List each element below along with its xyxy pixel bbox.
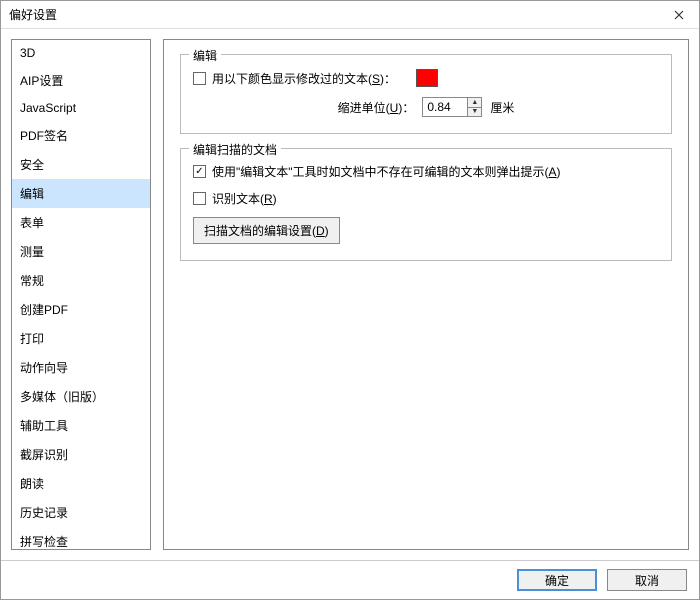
sidebar-item[interactable]: 测量: [12, 237, 150, 266]
recognize-checkbox[interactable]: [193, 192, 206, 205]
recognize-row: 识别文本(R): [193, 190, 659, 207]
spinner-down[interactable]: ▼: [468, 108, 481, 117]
recognize-label: 识别文本(R): [212, 190, 277, 207]
sidebar-item[interactable]: 安全: [12, 150, 150, 179]
sidebar-item[interactable]: 多媒体（旧版）: [12, 382, 150, 411]
indent-input[interactable]: [423, 100, 467, 114]
category-sidebar: 3DAIP设置JavaScriptPDF签名安全编辑表单测量常规创建PDF打印动…: [11, 39, 151, 550]
cancel-button[interactable]: 取消: [607, 569, 687, 591]
spinner-up[interactable]: ▲: [468, 98, 481, 108]
sidebar-item[interactable]: JavaScript: [12, 95, 150, 121]
sidebar-item[interactable]: 编辑: [12, 179, 150, 208]
ok-button[interactable]: 确定: [517, 569, 597, 591]
sidebar-item[interactable]: 常规: [12, 266, 150, 295]
sidebar-item[interactable]: AIP设置: [12, 66, 150, 95]
sidebar-item[interactable]: 3D: [12, 40, 150, 66]
sidebar-item[interactable]: 创建PDF: [12, 295, 150, 324]
prompt-checkbox[interactable]: [193, 165, 206, 178]
indent-row: 缩进单位(U)： ▲ ▼ 厘米: [193, 97, 659, 117]
edit-group: 编辑 用以下颜色显示修改过的文本(S)： 缩进单位(U)：: [180, 54, 672, 134]
prompt-label: 使用"编辑文本"工具时如文档中不存在可编辑的文本则弹出提示(A): [212, 163, 561, 180]
preferences-dialog: 偏好设置 3DAIP设置JavaScriptPDF签名安全编辑表单测量常规创建P…: [0, 0, 700, 600]
content-area: 3DAIP设置JavaScriptPDF签名安全编辑表单测量常规创建PDF打印动…: [1, 29, 699, 560]
edit-group-legend: 编辑: [189, 47, 221, 64]
scan-settings-button[interactable]: 扫描文档的编辑设置(D): [193, 217, 340, 244]
sidebar-item[interactable]: 表单: [12, 208, 150, 237]
sidebar-item[interactable]: 截屏识别: [12, 440, 150, 469]
sidebar-item[interactable]: 打印: [12, 324, 150, 353]
prompt-row: 使用"编辑文本"工具时如文档中不存在可编辑的文本则弹出提示(A): [193, 163, 659, 180]
sidebar-item[interactable]: 动作向导: [12, 353, 150, 382]
sidebar-item[interactable]: 历史记录: [12, 498, 150, 527]
spinner-buttons: ▲ ▼: [467, 98, 481, 116]
sidebar-item[interactable]: 辅助工具: [12, 411, 150, 440]
scan-settings-row: 扫描文档的编辑设置(D): [193, 217, 659, 244]
indent-spinner: ▲ ▼: [422, 97, 482, 117]
indent-unit: 厘米: [490, 99, 514, 116]
sidebar-item[interactable]: 拼写检查: [12, 527, 150, 549]
titlebar: 偏好设置: [1, 1, 699, 29]
scan-group-legend: 编辑扫描的文档: [189, 141, 281, 158]
window-title: 偏好设置: [9, 6, 57, 23]
close-icon: [674, 10, 684, 20]
color-row: 用以下颜色显示修改过的文本(S)：: [193, 69, 659, 87]
category-list: 3DAIP设置JavaScriptPDF签名安全编辑表单测量常规创建PDF打印动…: [12, 40, 150, 549]
settings-panel: 编辑 用以下颜色显示修改过的文本(S)： 缩进单位(U)：: [163, 39, 689, 550]
category-list-scroll[interactable]: 3DAIP设置JavaScriptPDF签名安全编辑表单测量常规创建PDF打印动…: [12, 40, 150, 549]
close-button[interactable]: [659, 1, 699, 28]
indent-label: 缩进单位(U)：: [338, 99, 415, 116]
sidebar-item[interactable]: 朗读: [12, 469, 150, 498]
color-checkbox[interactable]: [193, 72, 206, 85]
scan-group: 编辑扫描的文档 使用"编辑文本"工具时如文档中不存在可编辑的文本则弹出提示(A)…: [180, 148, 672, 261]
color-label: 用以下颜色显示修改过的文本(S)：: [212, 70, 396, 87]
color-swatch[interactable]: [416, 69, 438, 87]
dialog-footer: 确定 取消: [1, 560, 699, 599]
sidebar-item[interactable]: PDF签名: [12, 121, 150, 150]
